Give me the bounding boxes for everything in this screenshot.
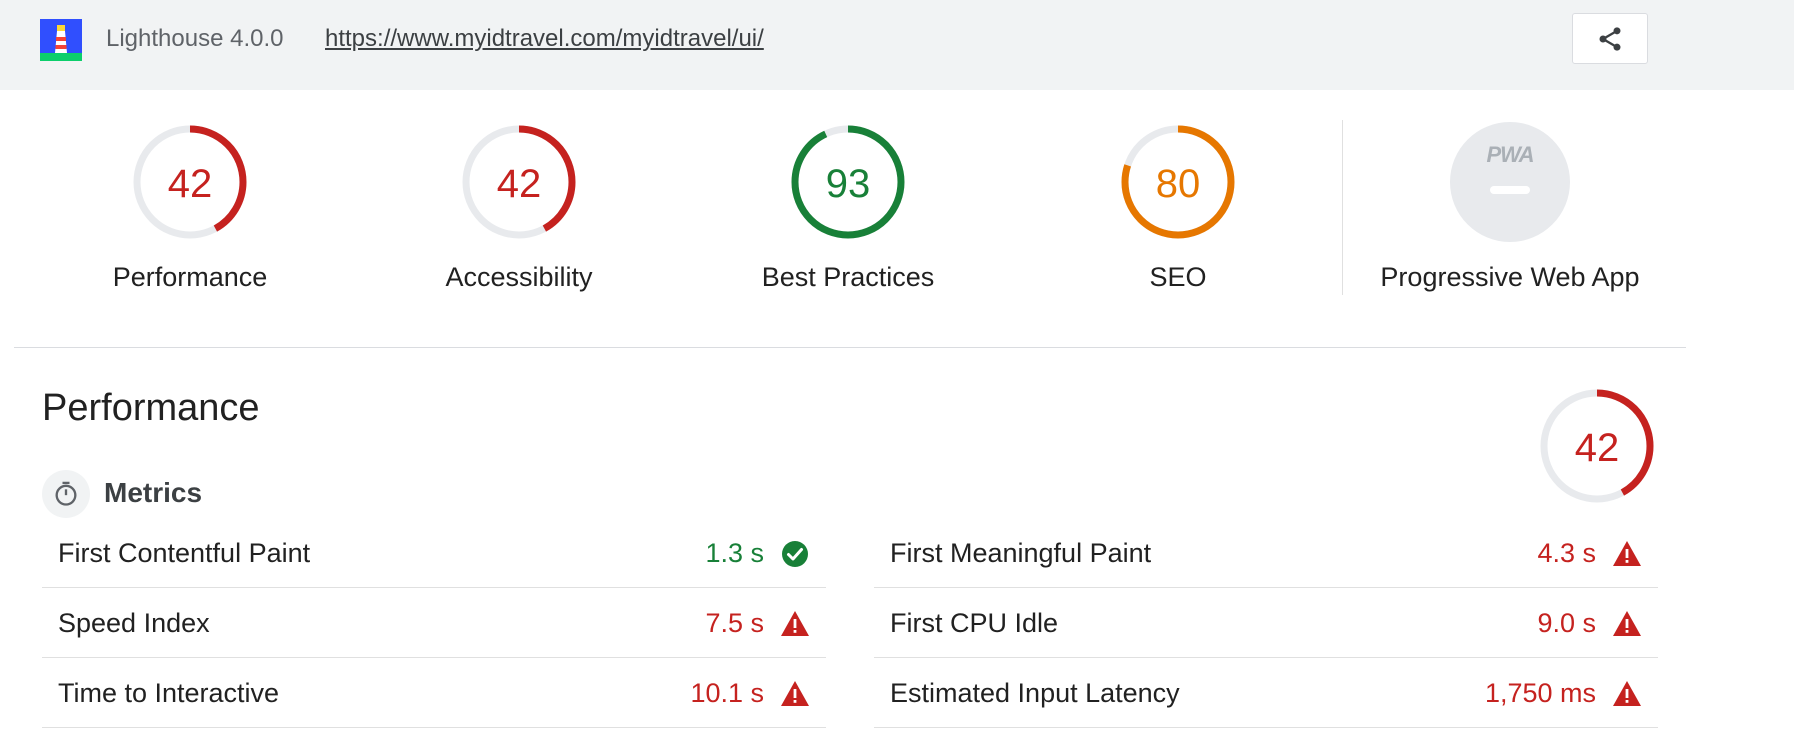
metric-row: First Meaningful Paint 4.3 s	[874, 518, 1658, 588]
check-circle-icon	[782, 541, 808, 567]
gauge-label: SEO	[1149, 262, 1207, 292]
audited-url-link[interactable]: https://www.myidtravel.com/myidtravel/ui…	[325, 24, 764, 54]
metric-label: First CPU Idle	[890, 608, 1059, 638]
gauge-score: 93	[825, 162, 871, 206]
stopwatch-icon-wrap	[42, 470, 90, 518]
metric-label: Estimated Input Latency	[890, 678, 1180, 708]
gauge-label: Best Practices	[761, 262, 935, 292]
warning-triangle-icon	[1613, 541, 1641, 566]
warning-triangle-icon	[781, 681, 809, 706]
gauge-accessibility[interactable]: 42 Accessibility	[394, 122, 644, 292]
gauge-best-practices[interactable]: 93 Best Practices	[723, 122, 973, 292]
metric-row: Time to Interactive 10.1 s	[42, 658, 826, 728]
gauge-score: 42	[1574, 426, 1620, 470]
gauge-score: 42	[496, 162, 542, 206]
pwa-badge[interactable]: PWA	[1450, 122, 1570, 242]
metric-label: Speed Index	[58, 608, 210, 638]
gauge-performance[interactable]: 42 Performance	[65, 122, 315, 292]
metric-row: Speed Index 7.5 s	[42, 588, 826, 658]
lighthouse-version: Lighthouse 4.0.0	[106, 25, 284, 52]
warning-triangle-icon	[1613, 681, 1641, 706]
gauge-seo[interactable]: 80 SEO	[1053, 122, 1303, 292]
metric-row: First CPU Idle 9.0 s	[874, 588, 1658, 658]
pwa-badge-text: PWA	[1486, 142, 1534, 167]
metric-value: 4.3 s	[1537, 538, 1596, 568]
warning-triangle-icon	[1613, 611, 1641, 636]
section-divider	[14, 347, 1686, 348]
warning-triangle-icon	[781, 611, 809, 636]
metric-value: 10.1 s	[690, 678, 764, 708]
metrics-title: Metrics	[104, 477, 203, 508]
gauge-label: Performance	[112, 262, 268, 292]
gauge-score: 42	[167, 162, 213, 206]
metric-value: 1,750 ms	[1484, 678, 1596, 708]
metric-value: 7.5 s	[705, 608, 764, 638]
share-icon	[1599, 26, 1621, 51]
report-topbar: Lighthouse 4.0.0 https://www.myidtravel.…	[0, 0, 1794, 90]
metric-label: First Meaningful Paint	[890, 538, 1152, 568]
performance-section-gauge: 42	[1472, 386, 1722, 506]
stopwatch-icon	[55, 481, 77, 506]
metric-value: 9.0 s	[1537, 608, 1596, 638]
gauge-label: Accessibility	[445, 262, 593, 292]
lighthouse-logo-icon	[40, 19, 82, 61]
performance-section-title: Performance	[42, 387, 260, 429]
metric-label: Time to Interactive	[58, 678, 280, 708]
metric-label: First Contentful Paint	[58, 538, 311, 568]
metric-row: First Contentful Paint 1.3 s	[42, 518, 826, 588]
gauge-score: 80	[1155, 162, 1201, 206]
share-button[interactable]	[1572, 13, 1648, 64]
pwa-na-dash	[1490, 186, 1530, 194]
pwa-label: Progressive Web App	[1380, 262, 1640, 292]
metric-row: Estimated Input Latency 1,750 ms	[874, 658, 1658, 728]
metric-value: 1.3 s	[705, 538, 764, 568]
